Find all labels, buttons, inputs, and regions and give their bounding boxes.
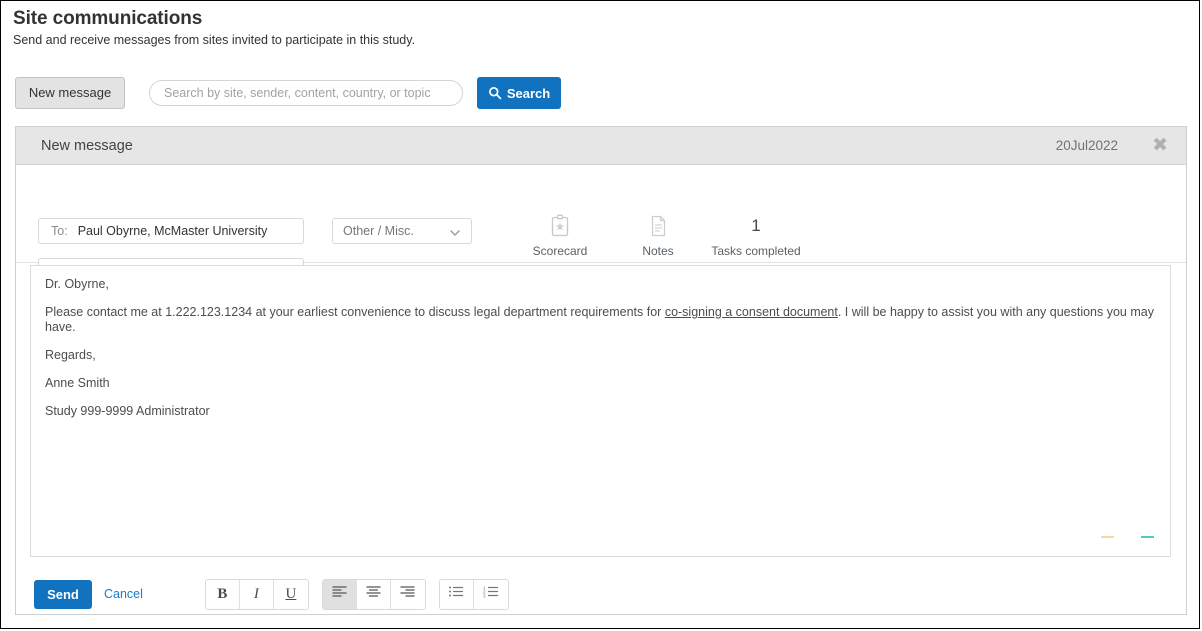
align-center-button[interactable] [356, 579, 391, 609]
message-body-editor[interactable]: Dr. Obyrne, Please contact me at 1.222.1… [30, 265, 1171, 557]
search-icon [488, 86, 502, 100]
tasks-completed-value: 1 [751, 216, 761, 235]
consent-document-link[interactable]: co-signing a consent document [665, 305, 838, 319]
bullet-list-button[interactable] [439, 579, 474, 609]
body-line-2-prefix: Please contact me at 1.222.123.1234 at y… [45, 305, 665, 319]
message-titlebar: New message 20Jul2022 ✖ [16, 127, 1186, 165]
app-frame: Site communications Send and receive mes… [0, 0, 1200, 629]
body-line-3: Regards, [45, 348, 96, 362]
page-title: Site communications [13, 8, 203, 29]
topic-select-value: Other / Misc. [343, 224, 414, 238]
new-message-button[interactable]: New message [15, 77, 125, 109]
alignment-group [321, 578, 426, 610]
topic-select[interactable]: Other / Misc. [332, 218, 472, 244]
search-button[interactable]: Search [477, 77, 561, 109]
recipient-label: To: [51, 224, 68, 238]
editor-marker-amber [1101, 536, 1114, 538]
scorecard-stat[interactable]: Scorecard [505, 213, 615, 258]
tasks-completed-stat[interactable]: 1 Tasks completed [701, 213, 811, 258]
notes-caption: Notes [642, 244, 674, 258]
editor-marker-teal [1141, 536, 1154, 538]
message-panel-title: New message [41, 137, 133, 154]
bold-button[interactable]: B [205, 579, 240, 609]
send-button[interactable]: Send [34, 579, 92, 609]
page-header: Site communications Send and receive mes… [13, 7, 415, 48]
bullet-list-icon [448, 585, 464, 603]
cancel-button[interactable]: Cancel [104, 587, 143, 601]
scorecard-caption: Scorecard [532, 244, 588, 258]
new-message-panel: New message 20Jul2022 ✖ To: Paul Obyrne,… [15, 126, 1187, 615]
body-line-1: Dr. Obyrne, [45, 277, 109, 291]
numbered-list-button[interactable]: 1 2 3 [473, 579, 508, 609]
body-line-5: Study 999-9999 Administrator [45, 404, 210, 418]
message-meta-row: To: Paul Obyrne, McMaster University Leg… [16, 165, 1186, 284]
toolbar: New message Search [15, 77, 561, 109]
formatting-toolbar: B I U 1 2 3 [204, 578, 522, 610]
italic-button[interactable]: I [239, 579, 274, 609]
align-right-button[interactable] [390, 579, 425, 609]
message-footer: Send Cancel B I U 1 2 3 [16, 572, 1186, 616]
body-line-4: Anne Smith [45, 376, 110, 390]
chevron-down-icon [449, 226, 461, 244]
page-subtitle: Send and receive messages from sites inv… [13, 33, 416, 47]
numbered-list-icon: 1 2 3 [483, 585, 499, 603]
tasks-completed-caption: Tasks completed [711, 244, 801, 258]
align-left-icon [332, 585, 347, 603]
svg-text:3: 3 [483, 593, 486, 598]
notes-stat[interactable]: Notes [603, 213, 713, 258]
clipboard-star-icon [505, 213, 615, 239]
align-center-icon [366, 585, 381, 603]
search-input[interactable] [149, 80, 463, 106]
message-date: 20Jul2022 [1055, 138, 1118, 153]
body-line-2: Please contact me at 1.222.123.1234 at y… [31, 292, 1170, 335]
search-button-label: Search [506, 85, 551, 101]
align-left-button[interactable] [322, 579, 357, 609]
underline-button[interactable]: U [273, 579, 308, 609]
align-right-icon [400, 585, 416, 603]
list-group: 1 2 3 [438, 578, 509, 610]
recipient-field[interactable]: To: Paul Obyrne, McMaster University [38, 218, 304, 244]
notes-document-icon [603, 213, 713, 239]
text-style-group: B I U [204, 578, 309, 610]
close-icon[interactable]: ✖ [1152, 136, 1168, 155]
recipient-value: Paul Obyrne, McMaster University [77, 224, 268, 238]
